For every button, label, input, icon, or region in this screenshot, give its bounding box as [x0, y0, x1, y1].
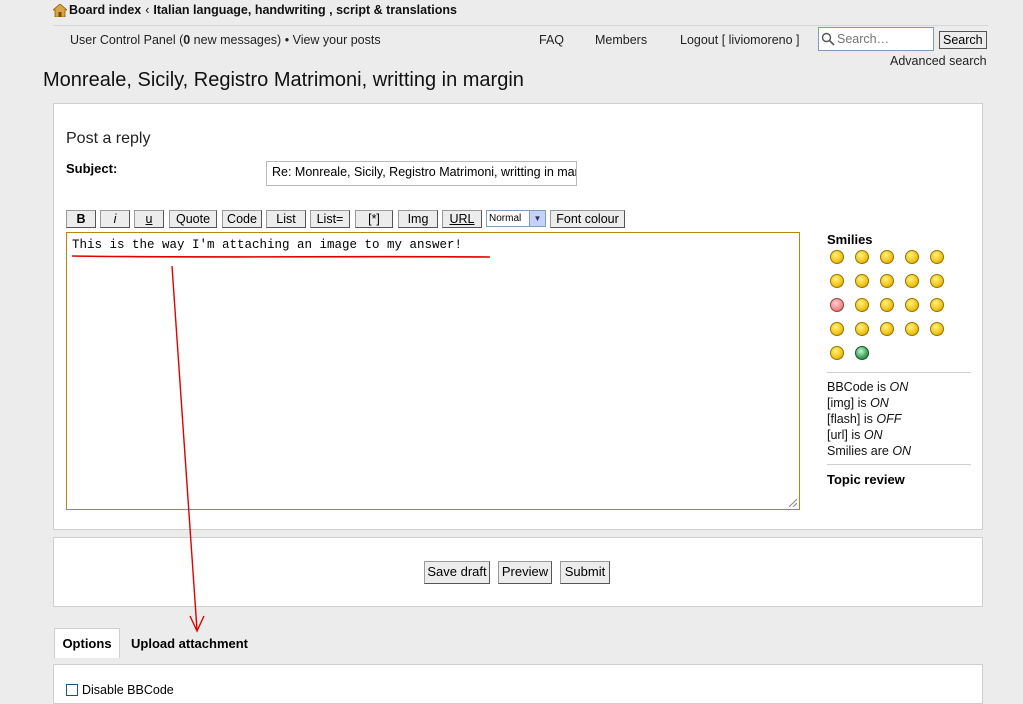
breadcrumb-home[interactable]: Board index [69, 3, 141, 17]
home-icon[interactable] [51, 2, 69, 17]
search-button[interactable]: Search [939, 31, 987, 49]
underline-button[interactable]: u [134, 210, 164, 228]
nav-bullet: • [284, 33, 290, 47]
url-button[interactable]: URL [442, 210, 482, 228]
arrow-icon[interactable] [930, 322, 944, 336]
ucp-prefix: User Control Panel ( [70, 33, 184, 47]
save-draft-button[interactable]: Save draft [424, 561, 490, 584]
mad-icon[interactable] [905, 274, 919, 288]
flash-status: [flash] is OFF [827, 412, 901, 426]
font-size-select[interactable]: Normal ▼ [486, 210, 546, 227]
wink-icon[interactable] [830, 322, 844, 336]
crying-icon[interactable] [855, 298, 869, 312]
breadcrumb-forum[interactable]: Italian language, handwriting , script &… [153, 3, 457, 17]
img-status-verb: is [854, 396, 871, 410]
message-text: This is the way I'm attaching an image t… [72, 238, 463, 252]
ucp-suffix: new messages) [190, 33, 282, 47]
list-item-button[interactable]: [*] [355, 210, 393, 228]
sad-icon[interactable] [880, 250, 894, 264]
subject-input[interactable]: Re: Monreale, Sicily, Registro Matrimoni… [266, 161, 577, 186]
disable-bbcode-label: Disable BBCode [82, 683, 174, 697]
topic-review-link[interactable]: Topic review [827, 472, 905, 487]
smilies-status-verb: are [867, 444, 893, 458]
smile-icon[interactable] [855, 250, 869, 264]
url-status-value: ON [863, 428, 883, 442]
img-button[interactable]: Img [398, 210, 438, 228]
question-icon[interactable] [880, 322, 894, 336]
bbcode-status: BBCode is ON [827, 380, 908, 394]
rolling-eyes-icon[interactable] [930, 298, 944, 312]
header-divider [53, 25, 988, 26]
flash-status-value: OFF [876, 412, 902, 426]
smilies-status: Smilies are ON [827, 444, 911, 458]
razz-icon[interactable] [930, 274, 944, 288]
laughing-icon[interactable] [880, 274, 894, 288]
nav-left: User Control Panel (0 new messages) • Vi… [70, 33, 381, 47]
sidebar-divider [827, 372, 971, 373]
search-icon [821, 32, 835, 46]
post-reply-heading: Post a reply [66, 130, 151, 147]
url-status: [url] is ON [827, 428, 883, 442]
img-status: [img] is ON [827, 396, 889, 410]
chevron-down-icon: ▼ [529, 211, 545, 226]
very-happy-icon[interactable] [830, 250, 844, 264]
subject-label: Subject: [66, 161, 118, 176]
img-status-label: [img] [827, 396, 855, 410]
breadcrumb-separator: ‹ [145, 3, 150, 17]
annotation-arrowhead [189, 615, 205, 633]
page-title: Monreale, Sicily, Registro Matrimoni, wr… [43, 69, 524, 91]
smilies-grid [830, 250, 970, 370]
tab-options[interactable]: Options [54, 628, 120, 658]
embarrassed-icon[interactable] [830, 298, 844, 312]
sidebar-divider-2 [827, 464, 971, 465]
ucp-link[interactable]: User Control Panel (0 new messages) [70, 33, 281, 47]
bbcode-status-label[interactable]: BBCode [827, 380, 874, 394]
shocked-icon[interactable] [930, 250, 944, 264]
message-textarea[interactable]: This is the way I'm attaching an image t… [66, 232, 800, 510]
bbcode-status-verb: is [873, 380, 890, 394]
disable-bbcode-option[interactable]: Disable BBCode [66, 683, 174, 697]
surprised-icon[interactable] [905, 250, 919, 264]
bbcode-status-value: ON [889, 380, 909, 394]
options-panel [53, 664, 983, 704]
resize-grip-icon[interactable] [789, 499, 797, 507]
url-status-label: [url] [827, 428, 848, 442]
confused-icon[interactable] [830, 274, 844, 288]
search-field[interactable] [818, 27, 934, 51]
bold-button[interactable]: B [66, 210, 96, 228]
list-ordered-button[interactable]: List= [310, 210, 350, 228]
url-status-verb: is [847, 428, 864, 442]
font-colour-button[interactable]: Font colour [550, 210, 625, 228]
disable-bbcode-checkbox[interactable] [66, 684, 78, 696]
evil-icon[interactable] [880, 298, 894, 312]
mr-green-icon[interactable] [855, 346, 869, 360]
members-link[interactable]: Members [595, 33, 647, 47]
smilies-label: Smilies [827, 232, 873, 247]
advanced-search-link[interactable]: Advanced search [890, 54, 987, 68]
idea-icon[interactable] [905, 322, 919, 336]
view-posts-link[interactable]: View your posts [293, 33, 381, 47]
logout-link[interactable]: Logout [ liviomoreno ] [680, 33, 800, 47]
smilies-status-value: ON [892, 444, 912, 458]
font-size-value: Normal [489, 213, 522, 224]
italic-button[interactable]: i [100, 210, 130, 228]
cool-icon[interactable] [855, 274, 869, 288]
search-input[interactable] [837, 32, 927, 46]
flash-status-label: [flash] [827, 412, 861, 426]
img-status-value: ON [870, 396, 889, 410]
submit-button[interactable]: Submit [560, 561, 610, 584]
quote-button[interactable]: Quote [169, 210, 217, 228]
faq-link[interactable]: FAQ [539, 33, 564, 47]
flash-status-verb: is [860, 412, 877, 426]
code-button[interactable]: Code [222, 210, 262, 228]
exclaim-icon[interactable] [855, 322, 869, 336]
list-button[interactable]: List [266, 210, 306, 228]
preview-button[interactable]: Preview [498, 561, 552, 584]
breadcrumb: Board index ‹ Italian language, handwrit… [51, 2, 457, 17]
twisted-evil-icon[interactable] [905, 298, 919, 312]
neutral-icon[interactable] [830, 346, 844, 360]
tab-upload-attachment[interactable]: Upload attachment [131, 636, 248, 651]
smilies-status-label: Smilies [827, 444, 868, 458]
